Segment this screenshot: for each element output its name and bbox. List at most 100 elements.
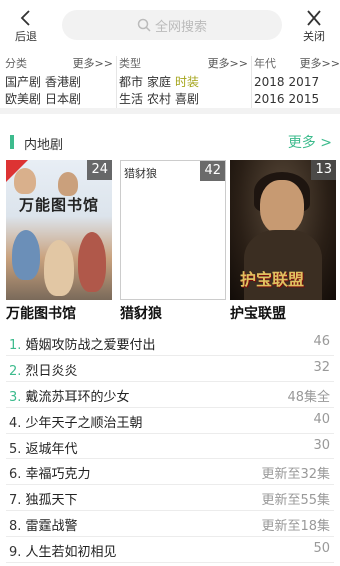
section-accent-bar bbox=[10, 135, 14, 149]
list-item[interactable]: 7. 独孤天下 更新至55集 bbox=[6, 485, 334, 512]
filter-option[interactable]: 国产剧 bbox=[5, 75, 41, 89]
poster-figure bbox=[260, 180, 304, 234]
poster-placeholder-text: 猎豺狼 bbox=[124, 167, 157, 180]
filter-option[interactable]: 喜剧 bbox=[175, 92, 199, 106]
poster-grid: 万能图书馆 24 万能图书馆 猎豺狼 42 猎豺狼 护宝联盟 13 护宝联盟 bbox=[0, 160, 340, 326]
top-bar: 后退 全网搜索 关闭 bbox=[0, 0, 340, 52]
poster-title-art: 护宝联盟 bbox=[240, 270, 305, 289]
drama-name: 婚姻攻防战之爱要付出 bbox=[25, 338, 156, 353]
filter-option[interactable]: 生活 bbox=[119, 92, 143, 106]
close-label: 关闭 bbox=[303, 30, 325, 43]
back-label: 后退 bbox=[15, 30, 37, 43]
episode-info: 50 bbox=[313, 541, 330, 557]
list-item[interactable]: 8. 雷霆战警 更新至18集 bbox=[6, 511, 334, 538]
list-item-title: 8. 雷霆战警 bbox=[9, 515, 78, 534]
section-header: 内地剧 更多 > bbox=[0, 130, 340, 154]
list-item-title: 5. 返城年代 bbox=[9, 438, 78, 457]
rank-number: 1. bbox=[9, 338, 22, 353]
section-more-link[interactable]: 更多 > bbox=[288, 132, 332, 152]
poster-card[interactable]: 护宝联盟 13 护宝联盟 bbox=[230, 160, 336, 323]
filter-option[interactable]: 欧美剧 bbox=[5, 92, 41, 106]
card-title: 万能图书馆 bbox=[6, 306, 76, 322]
poster-image: 猎豺狼 42 bbox=[120, 160, 226, 300]
episode-info: 48集全 bbox=[287, 389, 330, 405]
episode-info: 40 bbox=[313, 411, 330, 427]
filter-option[interactable]: 2015 bbox=[289, 92, 320, 106]
list-item-title: 7. 独孤天下 bbox=[9, 489, 78, 508]
drama-name: 烈日炎炎 bbox=[25, 363, 78, 379]
episode-count-badge: 24 bbox=[87, 160, 112, 180]
list-item[interactable]: 4. 少年天子之顺治王朝 40 bbox=[6, 408, 334, 434]
close-button[interactable]: 关闭 bbox=[294, 8, 334, 44]
rank-number: 4. bbox=[9, 415, 22, 431]
rank-number: 2. bbox=[9, 363, 22, 379]
episode-info: 更新至18集 bbox=[261, 519, 330, 535]
drama-name: 返城年代 bbox=[25, 441, 78, 457]
search-input[interactable]: 全网搜索 bbox=[62, 10, 282, 40]
poster-figure bbox=[44, 240, 74, 296]
list-item-title: 9. 人生若如初相见 bbox=[9, 541, 117, 560]
filter-option[interactable]: 2018 bbox=[254, 75, 285, 89]
episode-count-badge: 42 bbox=[200, 161, 225, 181]
episode-info: 30 bbox=[313, 437, 330, 453]
list-item-title: 6. 幸福巧克力 bbox=[9, 463, 91, 482]
close-icon bbox=[294, 8, 334, 28]
drama-name: 独孤天下 bbox=[25, 493, 78, 509]
poster-card[interactable]: 万能图书馆 24 万能图书馆 bbox=[6, 160, 112, 323]
poster-figure bbox=[78, 232, 106, 292]
poster-title-art: 万能图书馆 bbox=[18, 196, 99, 214]
card-title: 护宝联盟 bbox=[230, 306, 286, 322]
filter-type: 类型 更多>> 都市 家庭 时装 生活 农村 喜剧 bbox=[116, 56, 248, 108]
drama-name: 幸福巧克力 bbox=[25, 467, 91, 483]
filter-option[interactable]: 都市 bbox=[119, 75, 143, 89]
drama-name: 人生若如初相见 bbox=[25, 545, 117, 561]
drama-name: 少年天子之顺治王朝 bbox=[25, 415, 143, 431]
drama-name: 雷霆战警 bbox=[25, 519, 78, 535]
list-item-title: 4. 少年天子之顺治王朝 bbox=[9, 412, 143, 431]
drama-name: 戴流苏耳环的少女 bbox=[25, 389, 130, 405]
list-item-title: 2. 烈日炎炎 bbox=[9, 360, 78, 379]
chevron-left-icon bbox=[6, 8, 46, 28]
back-button[interactable]: 后退 bbox=[6, 8, 46, 44]
rank-number: 3. bbox=[9, 389, 22, 405]
filter-option[interactable]: 农村 bbox=[147, 92, 171, 106]
poster-figure bbox=[14, 168, 36, 194]
filter-panel: 分类 更多>> 国产剧 香港剧 欧美剧 日本剧 类型 更多>> 都市 家庭 时装 生活农… bbox=[0, 56, 340, 114]
list-item[interactable]: 5. 返城年代 30 bbox=[6, 434, 334, 460]
filter-option-selected[interactable]: 时装 bbox=[175, 75, 199, 89]
filter-option[interactable]: 香港剧 bbox=[45, 75, 81, 89]
list-item[interactable]: 2. 烈日炎炎 32 bbox=[6, 356, 334, 382]
filter-option[interactable]: 2017 bbox=[289, 75, 320, 89]
rank-number: 7. bbox=[9, 493, 22, 509]
poster-figure bbox=[58, 172, 78, 196]
episode-info: 32 bbox=[313, 359, 330, 375]
filter-option[interactable]: 家庭 bbox=[147, 75, 171, 89]
filter-year: 年代 更多>> 2018 2017 2016 2015 bbox=[251, 56, 340, 108]
poster-figure bbox=[12, 230, 40, 280]
filter-more-link[interactable]: 更多>> bbox=[73, 56, 113, 74]
search-placeholder: 全网搜索 bbox=[154, 19, 207, 35]
search-icon bbox=[137, 18, 151, 32]
filter-more-link[interactable]: 更多>> bbox=[300, 56, 340, 74]
poster-image: 万能图书馆 24 bbox=[6, 160, 112, 300]
episode-info: 更新至55集 bbox=[261, 493, 330, 509]
list-item[interactable]: 1. 婚姻攻防战之爱要付出 46 bbox=[6, 330, 334, 356]
list-item[interactable]: 9. 人生若如初相见 50 bbox=[6, 537, 334, 564]
rank-number: 8. bbox=[9, 519, 22, 535]
card-title: 猎豺狼 bbox=[120, 306, 162, 322]
episode-info: 更新至32集 bbox=[261, 467, 330, 483]
rank-number: 5. bbox=[9, 441, 22, 457]
filter-category: 分类 更多>> 国产剧 香港剧 欧美剧 日本剧 bbox=[5, 56, 113, 108]
list-item-title: 3. 戴流苏耳环的少女 bbox=[9, 386, 130, 405]
rank-number: 9. bbox=[9, 545, 22, 561]
list-item[interactable]: 6. 幸福巧克力 更新至32集 bbox=[6, 459, 334, 486]
episode-info: 46 bbox=[313, 334, 330, 349]
filter-title: 年代 bbox=[254, 57, 276, 70]
filter-more-link[interactable]: 更多>> bbox=[208, 56, 248, 74]
filter-option[interactable]: 日本剧 bbox=[45, 92, 81, 106]
filter-title: 类型 bbox=[119, 57, 141, 70]
poster-card[interactable]: 猎豺狼 42 猎豺狼 bbox=[120, 160, 226, 323]
filter-option[interactable]: 2016 bbox=[254, 92, 285, 106]
episode-count-badge: 13 bbox=[311, 160, 336, 180]
list-item[interactable]: 3. 戴流苏耳环的少女 48集全 bbox=[6, 382, 334, 408]
